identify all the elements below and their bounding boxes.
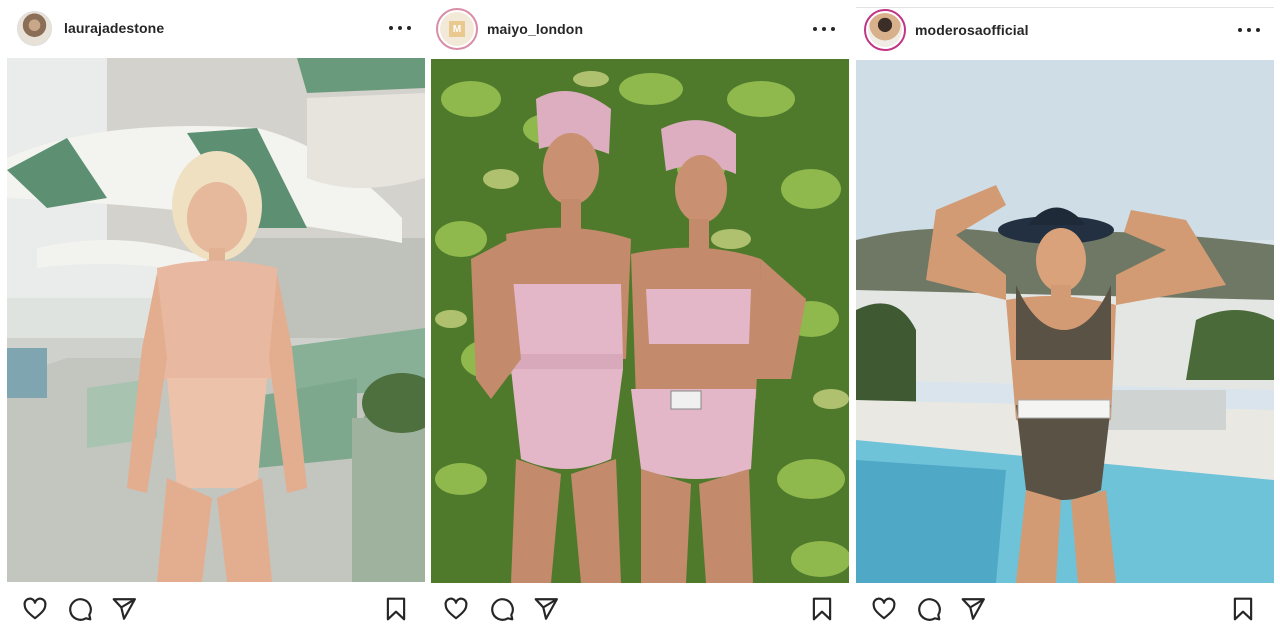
paper-plane-icon[interactable] <box>109 594 139 624</box>
post-actions <box>856 594 1274 626</box>
brand-logo-icon: M <box>449 21 465 37</box>
post-actions <box>431 594 849 626</box>
avatar[interactable]: M <box>436 8 478 50</box>
bookmark-icon[interactable] <box>807 594 837 624</box>
post-actions <box>7 594 425 626</box>
avatar[interactable] <box>864 9 906 51</box>
more-options-icon[interactable] <box>813 19 835 39</box>
username[interactable]: laurajadestone <box>64 20 164 36</box>
heart-icon[interactable] <box>441 594 471 624</box>
post-header: moderosaofficial <box>856 8 1274 52</box>
post-header: laurajadestone <box>7 6 425 50</box>
paper-plane-icon[interactable] <box>958 594 988 624</box>
paper-plane-icon[interactable] <box>531 594 561 624</box>
avatar[interactable] <box>17 10 52 46</box>
post-card: laurajadestone <box>7 0 425 631</box>
post-photo[interactable] <box>7 58 425 582</box>
comment-icon[interactable] <box>65 594 95 624</box>
post-card: moderosaofficial <box>856 0 1274 631</box>
post-header: M maiyo_london <box>431 7 849 51</box>
username[interactable]: moderosaofficial <box>915 22 1029 38</box>
bookmark-icon[interactable] <box>1228 594 1258 624</box>
bookmark-icon[interactable] <box>381 594 411 624</box>
post-card: M maiyo_london <box>431 0 849 631</box>
comment-icon[interactable] <box>487 594 517 624</box>
comment-icon[interactable] <box>914 594 944 624</box>
more-options-icon[interactable] <box>1238 20 1260 40</box>
post-photo[interactable] <box>856 60 1274 583</box>
more-options-icon[interactable] <box>389 18 411 38</box>
username[interactable]: maiyo_london <box>487 21 583 37</box>
heart-icon[interactable] <box>20 594 50 624</box>
heart-icon[interactable] <box>869 594 899 624</box>
post-photo[interactable] <box>431 59 849 583</box>
